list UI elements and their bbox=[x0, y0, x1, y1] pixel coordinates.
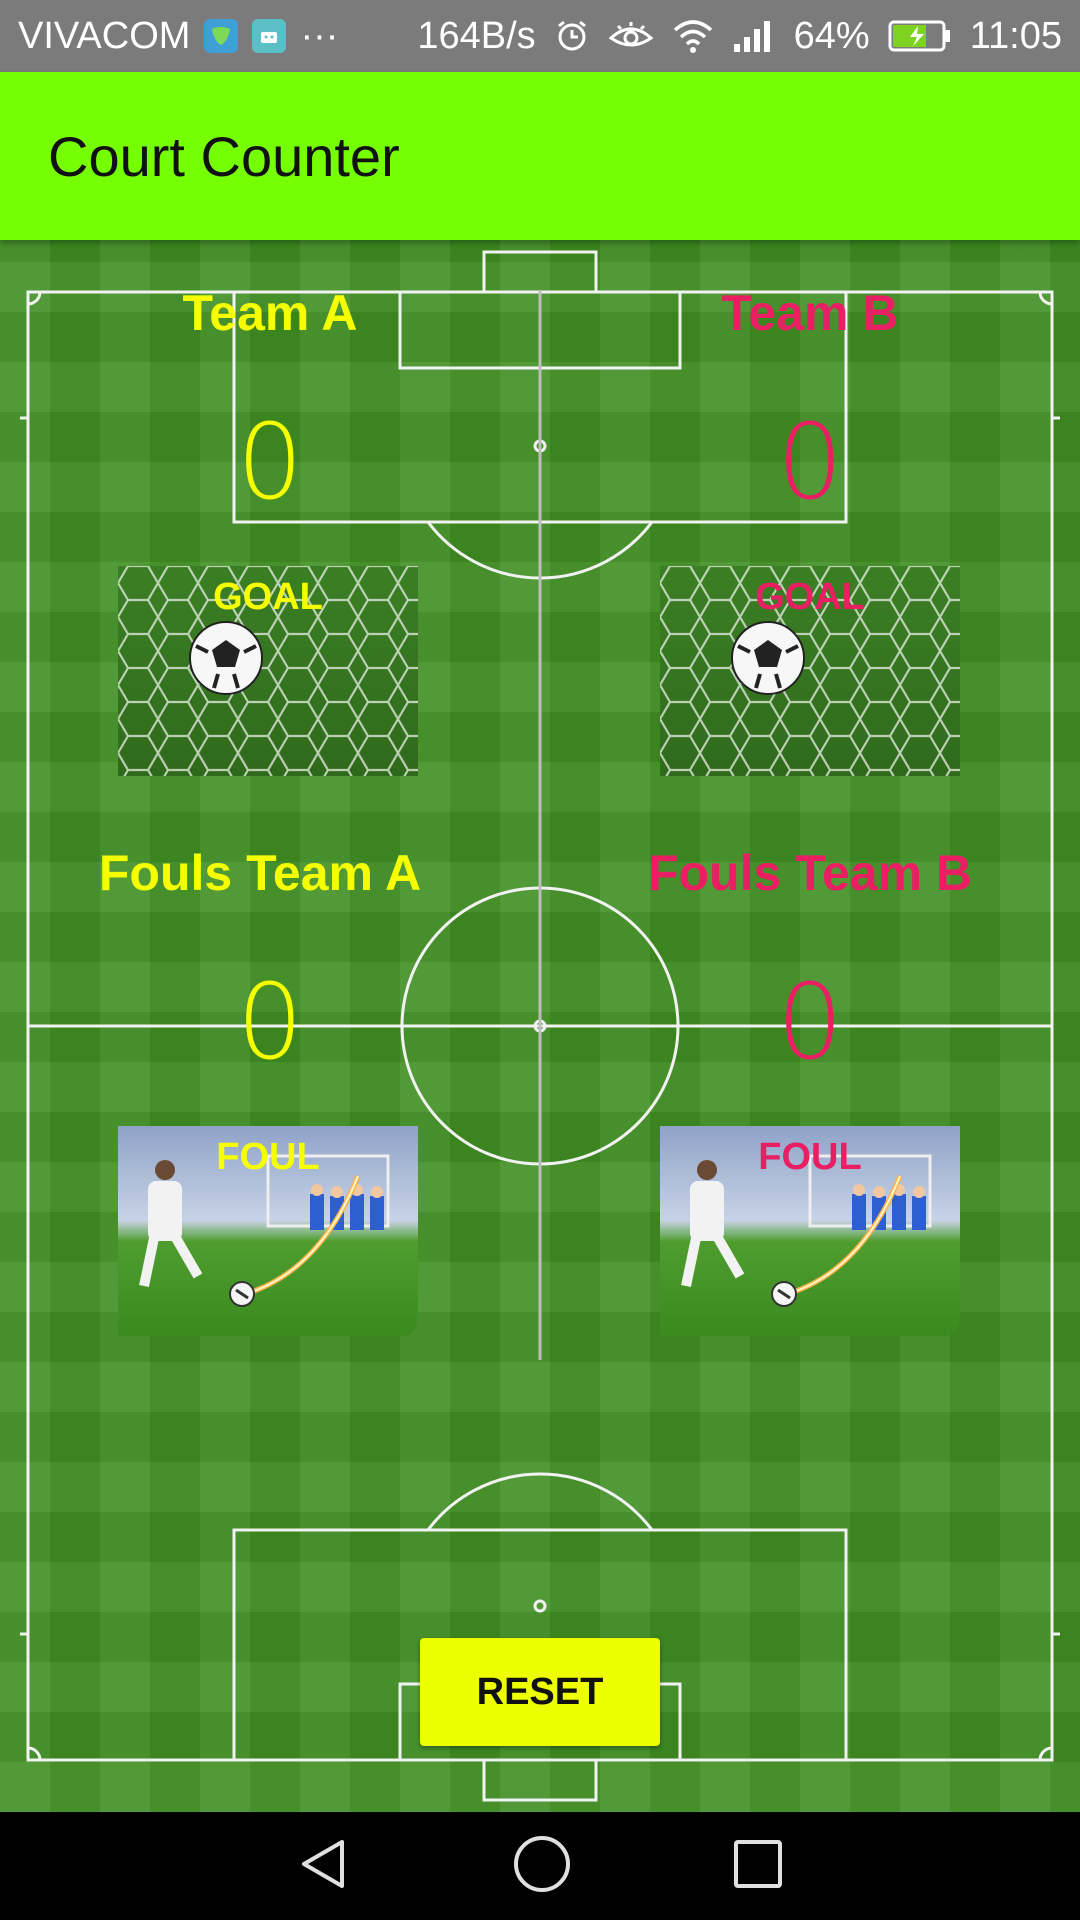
alarm-icon bbox=[554, 18, 590, 54]
more-notifications-icon: ··· bbox=[300, 14, 339, 57]
soccer-field-background: Team A 0 GOAL Fouls Team A 0 FOUL Team B… bbox=[0, 240, 1080, 1812]
eye-icon bbox=[608, 18, 654, 54]
recents-icon[interactable] bbox=[732, 1838, 784, 1895]
app-notification-icon bbox=[204, 19, 239, 53]
team-b-foul-button[interactable]: FOUL bbox=[660, 1126, 960, 1336]
foul-label: FOUL bbox=[758, 1136, 862, 1178]
team-a-name: Team A bbox=[182, 285, 358, 341]
status-bar: VIVACOM ··· 164B/s 64% 11:05 bbox=[0, 0, 1080, 72]
goal-label: GOAL bbox=[755, 576, 865, 618]
team-b-name: Team B bbox=[721, 285, 899, 341]
signal-icon bbox=[732, 18, 776, 54]
net-speed: 164B/s bbox=[417, 14, 536, 57]
android-debug-icon bbox=[252, 19, 287, 53]
clock: 11:05 bbox=[969, 14, 1062, 57]
carrier-label: VIVACOM bbox=[18, 14, 191, 57]
foul-label: FOUL bbox=[216, 1136, 320, 1178]
team-b-score: 0 bbox=[776, 401, 844, 523]
app-title: Court Counter bbox=[48, 124, 400, 188]
reset-button[interactable]: RESET bbox=[420, 1638, 660, 1746]
battery-charging-icon bbox=[888, 19, 952, 53]
team-b-fouls-count: 0 bbox=[776, 961, 844, 1083]
team-a-fouls-count: 0 bbox=[236, 961, 304, 1083]
team-b-goal-button[interactable]: GOAL bbox=[660, 566, 960, 776]
team-a-goal-button[interactable]: GOAL bbox=[118, 566, 418, 776]
team-a-foul-button[interactable]: FOUL bbox=[118, 1126, 418, 1336]
team-a-score: 0 bbox=[236, 401, 304, 523]
team-a-fouls-title: Fouls Team A bbox=[98, 845, 422, 901]
navigation-bar bbox=[0, 1812, 1080, 1920]
battery-percent: 64% bbox=[793, 14, 870, 57]
back-icon[interactable] bbox=[296, 1836, 352, 1897]
wifi-icon bbox=[672, 18, 714, 54]
team-b-fouls-title: Fouls Team B bbox=[647, 845, 973, 901]
app-bar: Court Counter bbox=[0, 72, 1080, 240]
goal-label: GOAL bbox=[213, 576, 323, 618]
home-icon[interactable] bbox=[512, 1834, 572, 1899]
